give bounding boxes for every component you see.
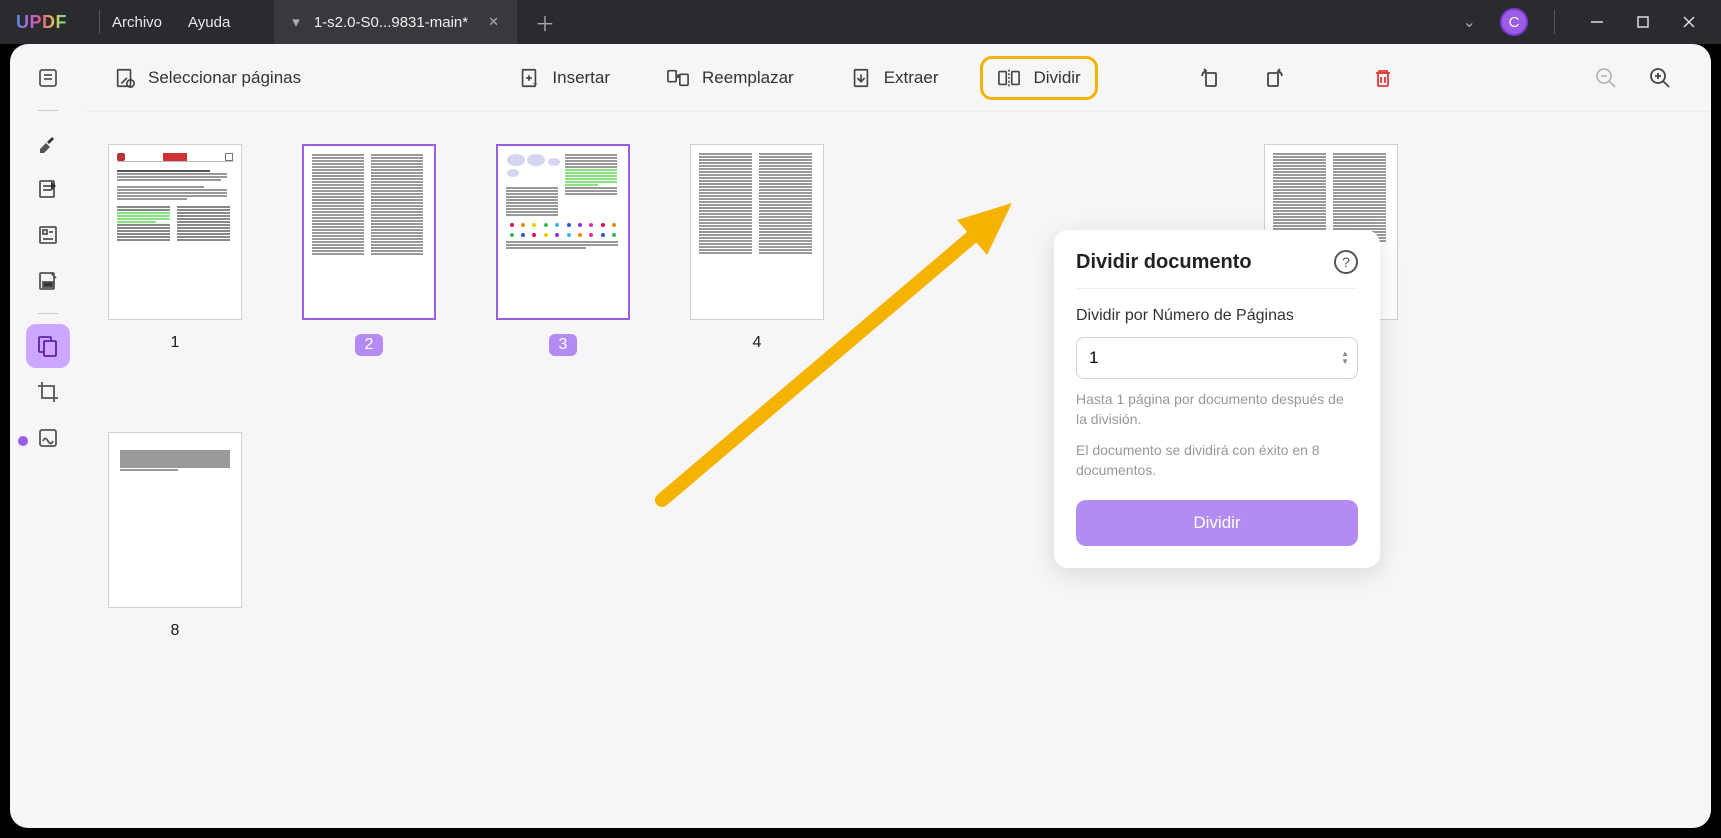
page-thumb[interactable]: 3 bbox=[496, 144, 630, 356]
extract-button[interactable]: Extraer bbox=[836, 59, 953, 97]
insert-button[interactable]: + Insertar bbox=[504, 59, 624, 97]
replace-label: Reemplazar bbox=[702, 68, 794, 88]
rotate-right-icon[interactable] bbox=[1256, 61, 1290, 95]
page-thumb[interactable]: 4 bbox=[690, 144, 824, 356]
select-pages-button[interactable]: Seleccionar páginas bbox=[100, 59, 315, 97]
sidebar-handle[interactable] bbox=[18, 436, 28, 446]
popup-note-1: Hasta 1 página por documento después de … bbox=[1076, 389, 1358, 430]
window-minimize-icon[interactable] bbox=[1581, 6, 1613, 38]
replace-button[interactable]: Reemplazar bbox=[652, 59, 808, 97]
organize-pages-icon[interactable] bbox=[26, 324, 70, 368]
form-icon[interactable] bbox=[26, 213, 70, 257]
window-maximize-icon[interactable] bbox=[1627, 6, 1659, 38]
insert-label: Insertar bbox=[552, 68, 610, 88]
tab-close-icon[interactable]: ✕ bbox=[488, 14, 499, 30]
separator bbox=[38, 313, 58, 314]
thumbnail-image bbox=[496, 144, 630, 320]
menu-file[interactable]: Archivo bbox=[112, 14, 162, 31]
app-frame: Seleccionar páginas + Insertar Reemplaza… bbox=[10, 44, 1711, 828]
reader-mode-icon[interactable] bbox=[26, 56, 70, 100]
divider bbox=[1554, 10, 1555, 34]
app-logo: UPDF bbox=[16, 12, 67, 33]
select-pages-label: Seleccionar páginas bbox=[148, 68, 301, 88]
split-popup: Dividir documento ? Dividir por Número d… bbox=[1054, 230, 1380, 568]
tab-name: 1-s2.0-S0...9831-main* bbox=[314, 14, 468, 31]
page-thumb[interactable]: 2 bbox=[302, 144, 436, 356]
thumbnail-image bbox=[690, 144, 824, 320]
tab-menu-caret-icon[interactable]: ▾ bbox=[292, 13, 300, 31]
titlebar: UPDF Archivo Ayuda ▾ 1-s2.0-S0...9831-ma… bbox=[0, 0, 1721, 44]
pages-count-input[interactable] bbox=[1077, 338, 1333, 378]
page-toolbar: Seleccionar páginas + Insertar Reemplaza… bbox=[86, 44, 1711, 112]
delete-icon[interactable] bbox=[1366, 61, 1400, 95]
zoom-in-icon[interactable] bbox=[1643, 61, 1677, 95]
pages-count-input-wrap[interactable]: ▲ ▼ bbox=[1076, 337, 1358, 379]
pages-area: 1 2 bbox=[86, 112, 1711, 828]
new-tab-button[interactable]: ＋ bbox=[535, 8, 555, 37]
rotate-left-icon[interactable] bbox=[1194, 61, 1228, 95]
thumbnail-image bbox=[108, 432, 242, 608]
divider bbox=[99, 10, 100, 34]
split-button[interactable]: Dividir bbox=[980, 56, 1097, 100]
thumbnail-image bbox=[108, 144, 242, 320]
page-thumb[interactable]: 8 bbox=[108, 432, 242, 640]
main-panel: Seleccionar páginas + Insertar Reemplaza… bbox=[86, 44, 1711, 828]
extract-label: Extraer bbox=[884, 68, 939, 88]
split-label: Dividir bbox=[1033, 68, 1080, 88]
page-number: 3 bbox=[549, 334, 578, 356]
window-close-icon[interactable] bbox=[1673, 6, 1705, 38]
thumbnail-image bbox=[302, 144, 436, 320]
svg-text:+: + bbox=[533, 79, 538, 89]
document-tab[interactable]: ▾ 1-s2.0-S0...9831-main* ✕ bbox=[274, 0, 517, 44]
page-number: 4 bbox=[753, 334, 762, 352]
tabs-dropdown-icon[interactable]: ⌄ bbox=[1453, 8, 1486, 36]
page-thumb[interactable]: 1 bbox=[108, 144, 242, 356]
zoom-out-icon[interactable] bbox=[1589, 61, 1623, 95]
highlighter-icon[interactable] bbox=[26, 121, 70, 165]
page-number: 1 bbox=[171, 334, 180, 352]
page-number: 8 bbox=[171, 622, 180, 640]
stepper-down-icon[interactable]: ▼ bbox=[1341, 358, 1349, 366]
avatar[interactable]: C bbox=[1500, 8, 1528, 36]
menu-help[interactable]: Ayuda bbox=[188, 14, 230, 31]
separator bbox=[38, 110, 58, 111]
page-number: 2 bbox=[355, 334, 384, 356]
popup-note-2: El documento se dividirá con éxito en 8 … bbox=[1076, 440, 1358, 481]
edit-text-icon[interactable] bbox=[26, 167, 70, 211]
crop-icon[interactable] bbox=[26, 370, 70, 414]
redact-icon[interactable] bbox=[26, 259, 70, 303]
page-thumbnails-grid: 1 2 bbox=[108, 144, 1689, 640]
popup-section-label: Dividir por Número de Páginas bbox=[1076, 307, 1358, 325]
watermark-icon[interactable] bbox=[26, 416, 70, 460]
help-icon[interactable]: ? bbox=[1334, 250, 1358, 274]
popup-title: Dividir documento bbox=[1076, 251, 1252, 274]
split-submit-button[interactable]: Dividir bbox=[1076, 500, 1358, 546]
